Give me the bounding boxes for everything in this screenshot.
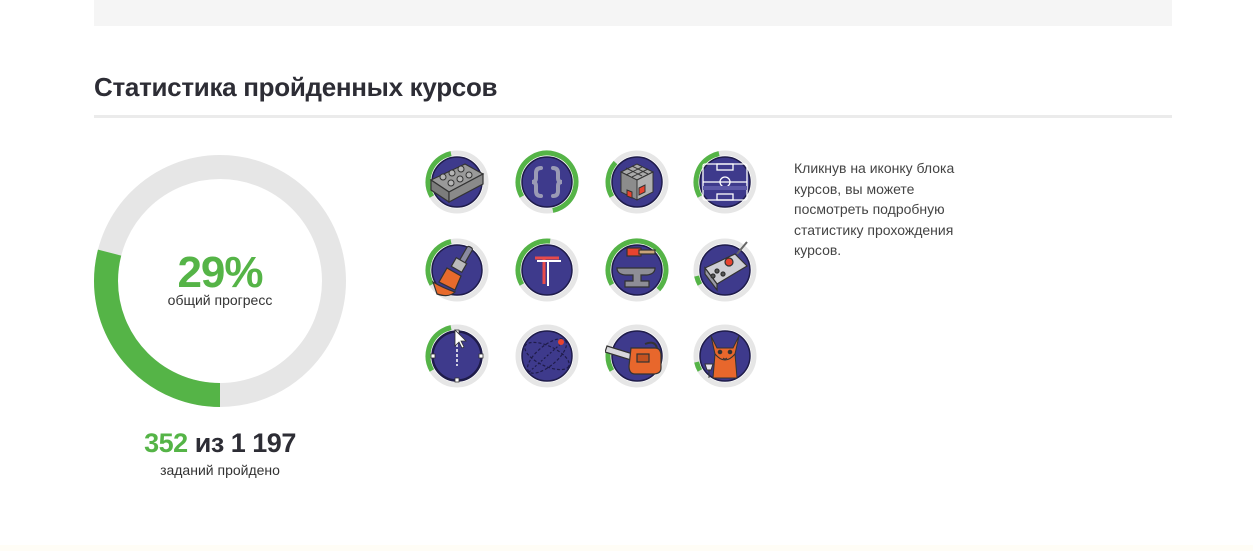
tasks-total: 1 197 [230,428,297,458]
hint-line: Кликнув на иконку блока [794,160,955,176]
course-block-fox[interactable] [693,324,757,388]
hint-line: статистику прохождения [794,221,954,238]
course-block-cube[interactable] [605,150,669,214]
hint-line: посмотреть подробную [794,201,945,217]
tasks-count: 352 из 1 197 [94,428,346,459]
bottom-band [0,545,1253,551]
course-block-vector[interactable] [425,324,489,388]
course-block-code[interactable] [515,150,579,214]
tasks-separator: из [194,428,225,458]
course-block-lego[interactable] [425,150,489,214]
tasks-done: 352 [144,428,188,458]
hint-text: Кликнув на иконку блока курсов, вы может… [794,158,994,261]
progress-caption: общий прогресс [167,292,273,308]
course-block-football[interactable] [693,150,757,214]
tasks-caption: заданий пройдено [160,462,280,478]
course-block-chainsaw[interactable] [605,324,669,388]
divider [94,115,1172,118]
course-block-orbit[interactable] [515,324,579,388]
hint-line: курсов, вы можете [794,180,915,197]
course-block-paint[interactable] [425,238,489,302]
top-band [94,0,1172,26]
hint-line: курсов. [794,242,842,258]
course-block-electronics[interactable] [693,238,757,302]
section-title: Статистика пройденных курсов [94,72,498,102]
course-block-forge[interactable] [605,238,669,302]
course-block-typography[interactable] [515,238,579,302]
progress-percent: 29% [177,248,263,297]
rubiks-cube-icon [619,163,655,201]
